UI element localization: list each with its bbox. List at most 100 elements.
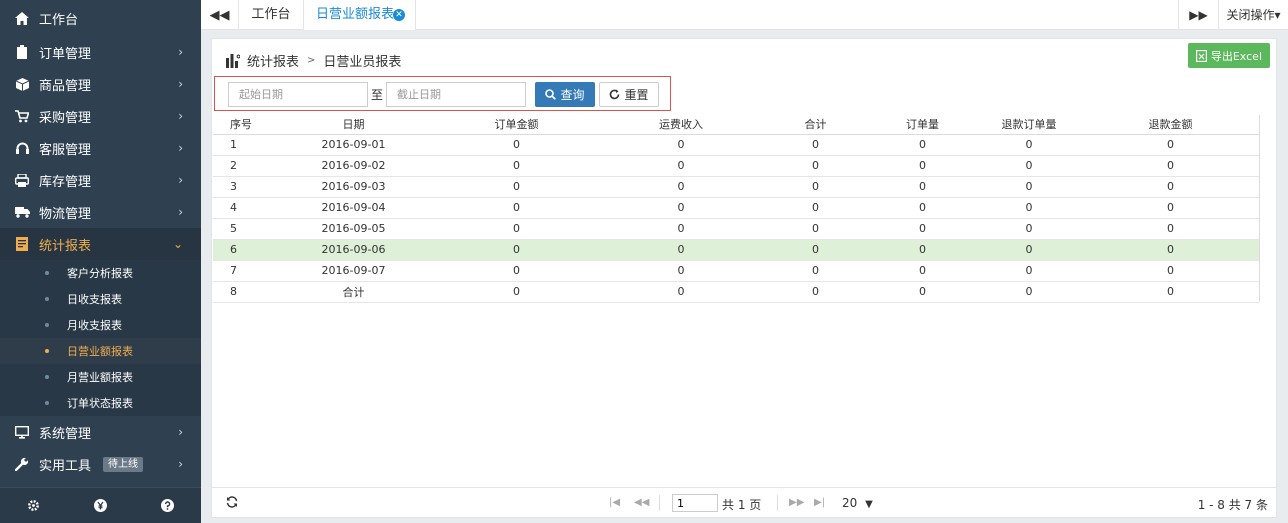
pager-separator [777, 495, 778, 511]
query-label: 查询 [560, 88, 585, 102]
caret-down-icon: ▼ [865, 499, 873, 510]
pager-separator [659, 495, 660, 511]
column-header[interactable]: 订单金额 [433, 115, 600, 135]
tab-scroll-right-button[interactable]: ▶▶ [1178, 0, 1218, 30]
sidebar-item-label: 商品管理 [39, 78, 92, 94]
table-cell: 2016-09-05 [274, 218, 433, 240]
column-header[interactable]: 运费收入 [600, 115, 762, 135]
sidebar-subitem-daily-income[interactable]: 日收支报表 [0, 286, 201, 312]
close-tab-icon[interactable]: ✕ [393, 9, 405, 21]
sidebar-subitem-label: 月营业额报表 [67, 371, 133, 384]
cart-icon [14, 108, 30, 124]
reset-button[interactable]: 重置 [599, 82, 659, 107]
close-operations-dropdown[interactable]: 关闭操作▾ [1218, 0, 1288, 30]
column-header[interactable]: 订单量 [869, 115, 976, 135]
sidebar-item-tools[interactable]: 实用工具 待上线 › [0, 448, 201, 480]
yen-icon[interactable] [94, 499, 107, 512]
sidebar-subitem-order-status[interactable]: 订单状态报表 [0, 390, 201, 416]
tab-scroll-left-button[interactable]: ◀◀ [201, 0, 239, 30]
sidebar-subitem-monthly-revenue[interactable]: 月营业额报表 [0, 364, 201, 390]
double-chevron-left-icon: ◀◀ [209, 7, 230, 23]
table-row[interactable]: 7 2016-09-07 0 0 0 0 0 0 [213, 260, 1259, 282]
prev-page-icon[interactable]: ◀◀ [634, 497, 649, 508]
sidebar-item-customer-service[interactable]: 客服管理 › [0, 132, 201, 164]
headset-icon [14, 140, 30, 156]
double-chevron-right-icon: ▶▶ [1189, 8, 1208, 22]
table-row[interactable]: 5 2016-09-05 0 0 0 0 0 0 [213, 218, 1259, 240]
bullet-icon [45, 271, 49, 275]
sidebar-subitem-monthly-income[interactable]: 月收支报表 [0, 312, 201, 338]
column-header[interactable]: 序号 [213, 115, 274, 135]
sidebar-item-inventory[interactable]: 库存管理 › [0, 164, 201, 196]
gear-icon[interactable] [27, 499, 40, 512]
monitor-icon [14, 424, 30, 440]
sidebar-item-label: 物流管理 [39, 206, 92, 222]
table-row[interactable]: 2 2016-09-02 0 0 0 0 0 0 [213, 155, 1259, 177]
breadcrumb-root[interactable]: 统计报表 [247, 51, 299, 70]
table-cell: 0 [1082, 239, 1259, 261]
chevron-right-icon: › [178, 77, 183, 91]
start-date-input[interactable] [228, 82, 368, 107]
table-cell: 2016-09-02 [274, 155, 433, 177]
chevron-right-icon: › [178, 109, 183, 123]
table-cell: 0 [869, 281, 976, 303]
table-cell: 0 [762, 197, 869, 219]
record-count-label: 1 - 8 共 7 条 [1197, 498, 1268, 512]
tab-daily-revenue[interactable]: 日营业额报表 ✕ [304, 0, 416, 30]
table-row-selected[interactable]: 6 2016-09-06 0 0 0 0 0 0 [213, 239, 1259, 261]
table-cell: 0 [433, 260, 600, 282]
home-icon [14, 10, 30, 26]
table-cell: 0 [1082, 155, 1259, 177]
next-page-icon[interactable]: ▶▶ [789, 497, 804, 508]
tab-home[interactable]: 工作台 [239, 0, 304, 30]
sidebar-item-home[interactable]: 工作台 [0, 0, 201, 36]
first-page-icon[interactable]: |◀ [609, 497, 620, 508]
column-header[interactable]: 退款金额 [1082, 115, 1259, 135]
wrench-icon [14, 456, 30, 472]
table-cell: 0 [433, 281, 600, 303]
table-row[interactable]: 3 2016-09-03 0 0 0 0 0 0 [213, 176, 1259, 198]
sidebar-item-label: 实用工具 [39, 458, 92, 474]
table-cell: 0 [762, 155, 869, 177]
sidebar-item-products[interactable]: 商品管理 › [0, 68, 201, 100]
table-cell: 2016-09-03 [274, 176, 433, 198]
sidebar-subitem-daily-revenue[interactable]: 日营业额报表 [0, 338, 201, 364]
column-header[interactable]: 退款订单量 [976, 115, 1082, 135]
sidebar-item-label: 统计报表 [39, 238, 92, 254]
table-cell: 0 [600, 239, 762, 261]
sidebar-subitem-label: 日收支报表 [67, 293, 122, 306]
sidebar-item-system[interactable]: 系统管理 › [0, 416, 201, 448]
table-cell: 0 [762, 260, 869, 282]
table-cell: 0 [433, 197, 600, 219]
table-cell: 0 [433, 134, 600, 156]
table-row[interactable]: 4 2016-09-04 0 0 0 0 0 0 [213, 197, 1259, 219]
table-row[interactable]: 1 2016-09-01 0 0 0 0 0 0 [213, 134, 1259, 156]
refresh-icon[interactable] [226, 496, 238, 511]
report-panel: 统计报表 > 日营业员报表 导出Excel 至 查询 重置 [211, 38, 1277, 518]
help-icon[interactable] [161, 499, 174, 512]
page-size-value: 20 [842, 496, 858, 510]
page-size-select[interactable]: 20 ▼ [842, 496, 873, 510]
table-cell: 0 [869, 176, 976, 198]
table-cell: 0 [762, 239, 869, 261]
table-cell: 0 [976, 134, 1082, 156]
column-header[interactable]: 合计 [762, 115, 869, 135]
table-row-total[interactable]: 8 合计 0 0 0 0 0 0 [213, 281, 1259, 303]
export-excel-button[interactable]: 导出Excel [1187, 43, 1270, 68]
end-date-input[interactable] [386, 82, 526, 107]
column-header[interactable]: 日期 [274, 115, 433, 135]
table-cell: 8 [213, 281, 274, 303]
sidebar-item-purchasing[interactable]: 采购管理 › [0, 100, 201, 132]
last-page-icon[interactable]: ▶| [814, 497, 825, 508]
table-cell: 0 [600, 155, 762, 177]
sidebar-item-orders[interactable]: 订单管理 › [0, 36, 201, 68]
table-cell: 0 [869, 197, 976, 219]
bullet-icon [45, 349, 49, 353]
query-button[interactable]: 查询 [535, 82, 595, 107]
sidebar-item-label: 客服管理 [39, 142, 92, 158]
sidebar-subitem-customer-analysis[interactable]: 客户分析报表 [0, 260, 201, 286]
table-cell: 2016-09-04 [274, 197, 433, 219]
sidebar-item-reports[interactable]: 统计报表 ⌄ [0, 228, 201, 260]
page-number-input[interactable] [672, 494, 718, 512]
sidebar-item-logistics[interactable]: 物流管理 › [0, 196, 201, 228]
